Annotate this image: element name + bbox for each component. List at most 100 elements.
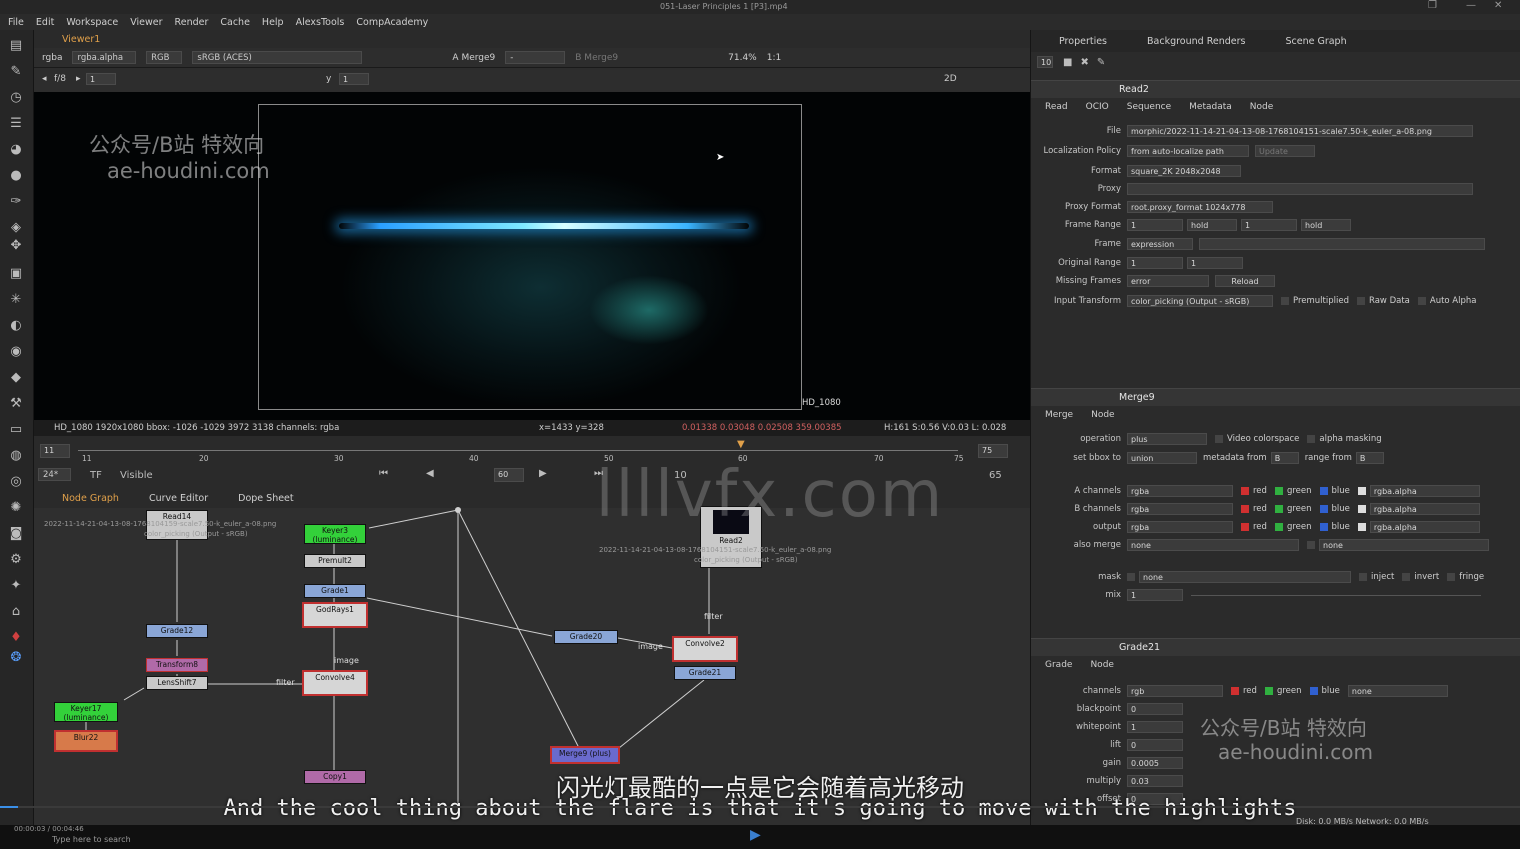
- menu-help[interactable]: Help: [262, 17, 284, 28]
- bridge-icon[interactable]: ⌂: [8, 604, 24, 620]
- y-field[interactable]: 1: [339, 73, 369, 85]
- tab-background-renders[interactable]: Background Renders: [1147, 36, 1245, 47]
- next-icon[interactable]: ▸: [76, 74, 81, 84]
- menu-alexstools[interactable]: AlexsTools: [296, 17, 345, 28]
- node-convolve4[interactable]: Convolve4: [302, 670, 368, 696]
- frame-field[interactable]: 1: [86, 73, 116, 85]
- node-lensshift7[interactable]: LensShift7: [146, 676, 208, 690]
- proxy-format-select[interactable]: root.proxy_format 1024x778: [1127, 201, 1273, 213]
- visible-select[interactable]: Visible: [120, 470, 153, 481]
- metadata-icon[interactable]: ◆: [8, 370, 24, 386]
- tab-read[interactable]: Read: [1045, 102, 1068, 112]
- lock-icon[interactable]: ✖: [1080, 57, 1088, 68]
- reload-button[interactable]: Reload: [1215, 275, 1275, 287]
- viewer-canvas[interactable]: HD_1080 公众号/B站 特效向 ae-houdini.com ➤: [34, 92, 1030, 420]
- localization-select[interactable]: from auto-localize path: [1127, 145, 1249, 157]
- before-hold-select[interactable]: hold: [1187, 219, 1237, 231]
- input-transform-select[interactable]: color_picking (Output - sRGB): [1127, 295, 1273, 307]
- max-panels-field[interactable]: 10: [1037, 56, 1053, 68]
- b-red-checkbox[interactable]: [1241, 505, 1249, 513]
- tf-select[interactable]: TF: [90, 470, 102, 481]
- node-merge9[interactable]: Merge9 (plus): [550, 746, 620, 764]
- menu-compacademy[interactable]: CompAcademy: [356, 17, 428, 28]
- invert-checkbox[interactable]: [1402, 573, 1411, 581]
- mask-checkbox[interactable]: [1127, 573, 1135, 581]
- frame-mode-select[interactable]: expression: [1127, 238, 1193, 250]
- node-grade20[interactable]: Grade20: [554, 630, 618, 644]
- a-green-checkbox[interactable]: [1274, 487, 1283, 495]
- transform-icon[interactable]: ✥: [8, 238, 24, 254]
- ratio-label[interactable]: 1:1: [767, 53, 781, 63]
- minimize-icon[interactable]: —: [1466, 0, 1476, 11]
- menu-workspace[interactable]: Workspace: [66, 17, 118, 28]
- tab-properties[interactable]: Properties: [1059, 36, 1107, 47]
- channels-select[interactable]: rgba: [42, 53, 62, 63]
- tab-scene-graph[interactable]: Scene Graph: [1285, 36, 1346, 47]
- nodes-icon[interactable]: ✦: [8, 578, 24, 594]
- compare-mode-select[interactable]: -: [505, 51, 566, 64]
- views-icon[interactable]: ◉: [8, 344, 24, 360]
- menu-viewer[interactable]: Viewer: [130, 17, 162, 28]
- blackpoint-field[interactable]: 0: [1127, 703, 1183, 715]
- view-mode-label[interactable]: 2D: [944, 74, 957, 84]
- tab-merge[interactable]: Merge: [1045, 410, 1073, 420]
- premultiplied-checkbox[interactable]: [1281, 297, 1289, 305]
- tab-metadata[interactable]: Metadata: [1189, 102, 1232, 112]
- timeline-track[interactable]: [78, 450, 958, 451]
- merge-icon[interactable]: ◈: [8, 220, 24, 236]
- alpha-masking-checkbox[interactable]: [1307, 435, 1316, 443]
- original-start[interactable]: 1: [1127, 257, 1183, 269]
- original-end[interactable]: 1: [1187, 257, 1243, 269]
- node-keyer17[interactable]: Keyer17 (luminance): [54, 702, 118, 722]
- operation-select[interactable]: plus: [1127, 433, 1207, 445]
- also-merge-select[interactable]: none: [1127, 539, 1299, 551]
- grade-green-checkbox[interactable]: [1264, 687, 1273, 695]
- fstop-label[interactable]: f/8: [54, 74, 66, 84]
- tab-grade-node[interactable]: Node: [1090, 660, 1114, 670]
- edit-icon[interactable]: ✎: [1097, 57, 1105, 68]
- tab-grade[interactable]: Grade: [1045, 660, 1072, 670]
- grade21-name[interactable]: Grade21: [1119, 642, 1160, 653]
- mix-slider[interactable]: [1191, 594, 1481, 596]
- time-icon[interactable]: ◷: [8, 90, 24, 106]
- grade-red-checkbox[interactable]: [1231, 687, 1239, 695]
- node-grade1[interactable]: Grade1: [304, 584, 366, 598]
- file-field[interactable]: morphic/2022-11-14-21-04-13-08-176810415…: [1127, 125, 1473, 137]
- node-premult2[interactable]: Premult2: [304, 554, 366, 568]
- display-mode-select[interactable]: RGB: [146, 51, 183, 64]
- prev-icon[interactable]: ◂: [42, 74, 47, 84]
- out-blue-checkbox[interactable]: [1319, 523, 1328, 531]
- out-green-checkbox[interactable]: [1274, 523, 1283, 531]
- update-button[interactable]: Update: [1255, 145, 1315, 157]
- viewer-tab[interactable]: Viewer1: [62, 34, 100, 45]
- video-progress[interactable]: [0, 806, 1520, 808]
- after-hold-select[interactable]: hold: [1301, 219, 1351, 231]
- node-godrays1[interactable]: GodRays1: [302, 602, 368, 628]
- menu-cache[interactable]: Cache: [220, 17, 250, 28]
- plugin-icon[interactable]: ✺: [8, 500, 24, 516]
- output-select[interactable]: rgba: [1127, 521, 1233, 533]
- a-red-checkbox[interactable]: [1241, 487, 1249, 495]
- auto-alpha-checkbox[interactable]: [1417, 297, 1426, 305]
- tab-sequence[interactable]: Sequence: [1127, 102, 1171, 112]
- start-frame-field[interactable]: 11: [40, 444, 70, 458]
- raw-data-checkbox[interactable]: [1356, 297, 1365, 305]
- metadata-from-select[interactable]: B: [1270, 452, 1299, 464]
- input-a-select[interactable]: A Merge9: [452, 53, 495, 63]
- input-b-select[interactable]: B Merge9: [575, 53, 618, 63]
- also-merge-select-2[interactable]: none: [1319, 539, 1489, 551]
- color-icon[interactable]: ◕: [8, 142, 24, 158]
- frame-expression-field[interactable]: [1199, 238, 1485, 250]
- node-transform8[interactable]: Transform8: [146, 658, 208, 672]
- range-from-select[interactable]: B: [1355, 452, 1384, 464]
- drop-icon[interactable]: ♦: [8, 630, 24, 646]
- image-icon[interactable]: ▤: [8, 38, 24, 54]
- a-channels-select[interactable]: rgba: [1127, 485, 1233, 497]
- grade-blue-checkbox[interactable]: [1309, 687, 1318, 695]
- close-icon[interactable]: ✕: [1494, 0, 1502, 11]
- clear-panels-icon[interactable]: ■: [1063, 57, 1072, 68]
- step-back-icon[interactable]: ◀: [426, 468, 434, 479]
- help-icon[interactable]: ❂: [8, 650, 24, 666]
- b-channels-select[interactable]: rgba: [1127, 503, 1233, 515]
- cara-icon[interactable]: ◙: [8, 526, 24, 542]
